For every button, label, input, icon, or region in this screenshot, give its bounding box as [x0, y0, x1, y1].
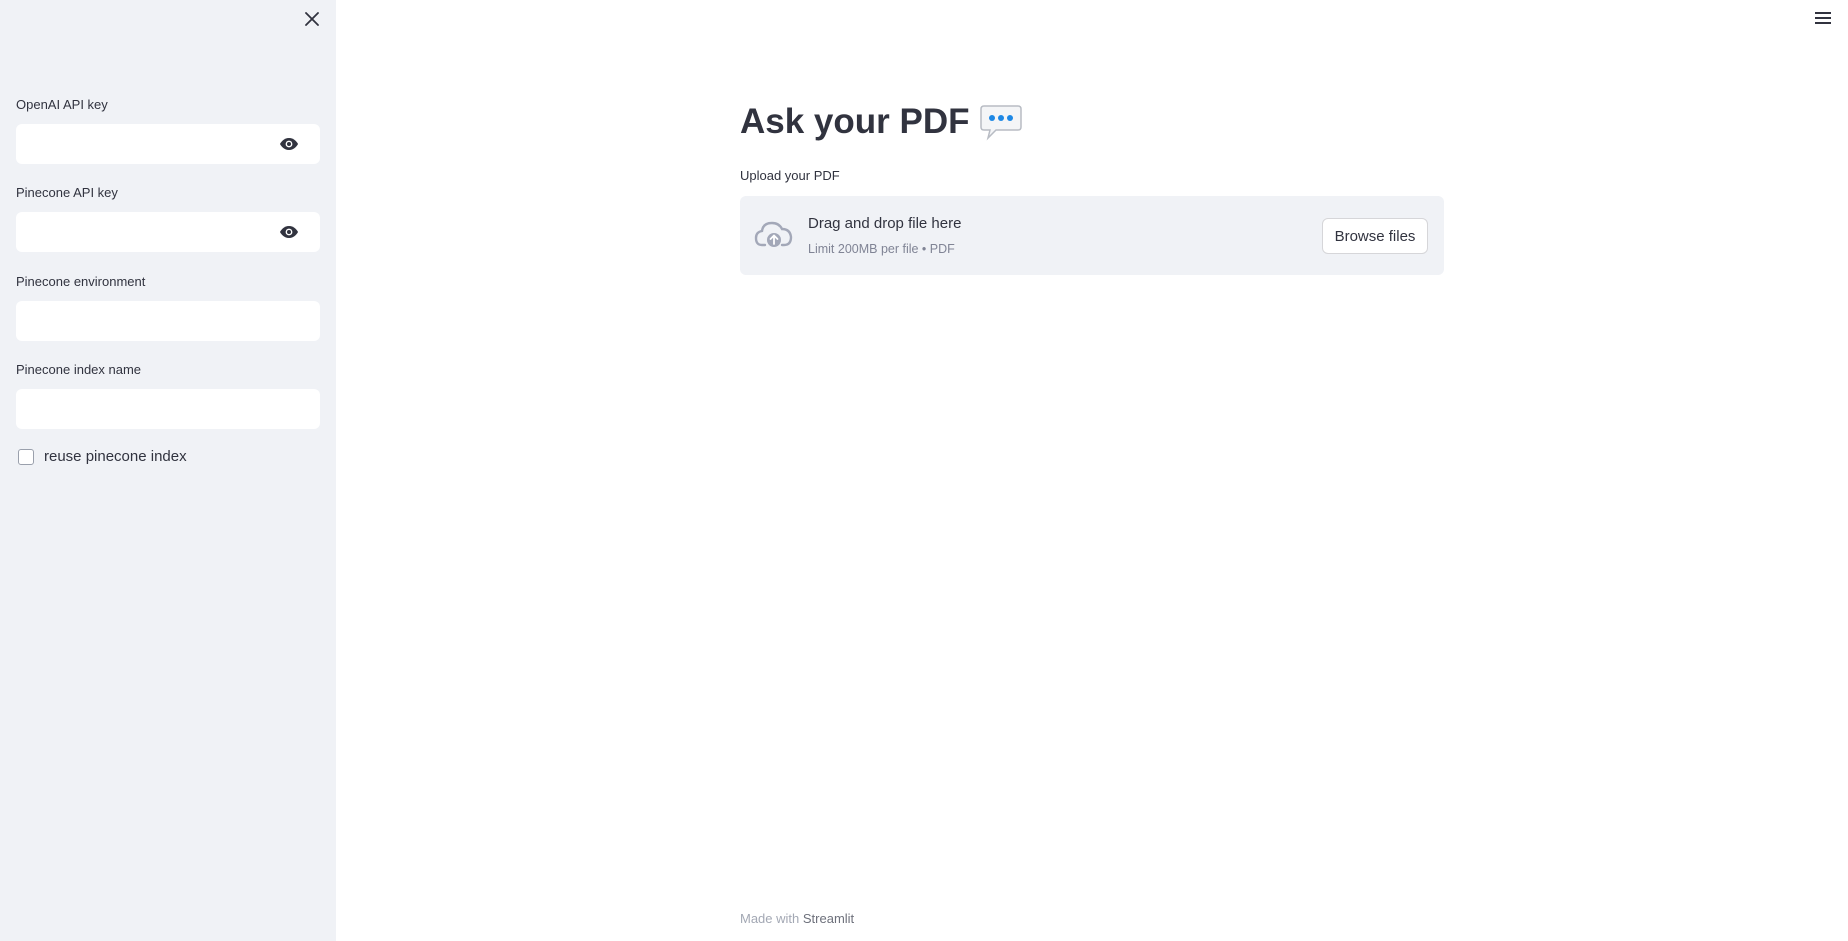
cloud-upload-icon [754, 221, 793, 247]
reveal-openai-key-button[interactable] [278, 134, 300, 154]
browse-files-button[interactable]: Browse files [1322, 218, 1428, 254]
pinecone-api-key-label: Pinecone API key [16, 185, 118, 200]
page-title-text: Ask your PDF [740, 102, 970, 141]
pinecone-environment-label: Pinecone environment [16, 274, 146, 289]
app-root: OpenAI API key Pinecone API key Pinecone… [0, 0, 1848, 941]
pinecone-environment-field[interactable] [16, 301, 320, 341]
pinecone-api-key-field[interactable] [16, 212, 320, 252]
openai-api-key-input[interactable] [16, 124, 320, 164]
pinecone-environment-input[interactable] [16, 301, 320, 341]
footer: Made with Streamlit [740, 911, 854, 926]
sidebar: OpenAI API key Pinecone API key Pinecone… [0, 0, 336, 941]
upload-label: Upload your PDF [740, 168, 840, 183]
reuse-index-checkbox-row[interactable]: reuse pinecone index [18, 448, 187, 465]
eye-icon [280, 226, 298, 238]
hamburger-menu-icon [1815, 12, 1831, 14]
pinecone-index-name-field[interactable] [16, 389, 320, 429]
reveal-pinecone-key-button[interactable] [278, 222, 300, 242]
pinecone-api-key-input[interactable] [16, 212, 320, 252]
page-title: Ask your PDF [740, 102, 1022, 142]
pinecone-index-name-input[interactable] [16, 389, 320, 429]
eye-icon [280, 138, 298, 150]
main-menu-button[interactable] [1815, 9, 1835, 27]
openai-api-key-label: OpenAI API key [16, 97, 108, 112]
reuse-index-checkbox[interactable] [18, 448, 34, 465]
file-dropzone[interactable]: Drag and drop file here Limit 200MB per … [740, 196, 1444, 275]
reuse-index-checkbox-label: reuse pinecone index [44, 448, 187, 465]
speech-bubble-icon [979, 105, 1022, 141]
pinecone-index-name-label: Pinecone index name [16, 362, 142, 377]
footer-brand-link[interactable]: Streamlit [803, 911, 854, 926]
footer-prefix: Made with [740, 911, 800, 926]
openai-api-key-field[interactable] [16, 124, 320, 164]
file-limit-text: Limit 200MB per file • PDF [808, 242, 955, 256]
close-sidebar-button[interactable] [302, 9, 322, 29]
drop-instructions: Drag and drop file here [808, 215, 962, 232]
close-icon [305, 12, 319, 26]
